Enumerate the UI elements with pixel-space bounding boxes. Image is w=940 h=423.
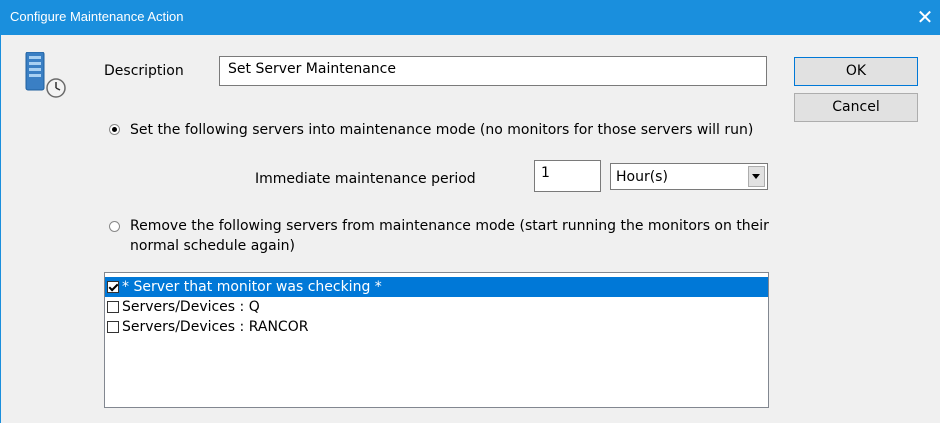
server-checkbox[interactable] [107,301,119,313]
remove-maintenance-radio[interactable] [109,221,120,232]
window-border [0,35,1,423]
cancel-button[interactable]: Cancel [794,93,918,122]
server-label: * Server that monitor was checking * [122,279,382,295]
server-label: Servers/Devices : Q [122,299,260,315]
list-item[interactable]: * Server that monitor was checking * [105,277,768,297]
server-checkbox[interactable] [107,321,119,333]
server-clock-icon [25,52,66,98]
list-item[interactable]: Servers/Devices : RANCOR [105,317,768,337]
server-checkbox[interactable] [107,281,119,293]
server-label: Servers/Devices : RANCOR [122,319,309,335]
window-title: Configure Maintenance Action [10,9,184,24]
title-bar: Configure Maintenance Action ✕ [0,0,940,35]
description-input[interactable]: Set Server Maintenance [219,56,767,86]
maintenance-period-input[interactable]: 1 [534,160,601,192]
close-icon[interactable]: ✕ [912,4,938,30]
set-maintenance-radio[interactable] [109,124,120,135]
server-list[interactable]: * Server that monitor was checking * Ser… [104,272,769,408]
remove-maintenance-label[interactable]: Remove the following servers from mainte… [130,216,770,256]
list-item[interactable]: Servers/Devices : Q [105,297,768,317]
chevron-down-icon[interactable] [748,166,765,187]
set-maintenance-label[interactable]: Set the following servers into maintenan… [130,120,770,140]
maintenance-period-label: Immediate maintenance period [255,171,476,187]
ok-button[interactable]: OK [794,57,918,86]
period-unit-value: Hour(s) [616,169,668,185]
description-label: Description [104,63,184,79]
period-unit-select[interactable]: Hour(s) [610,163,768,190]
